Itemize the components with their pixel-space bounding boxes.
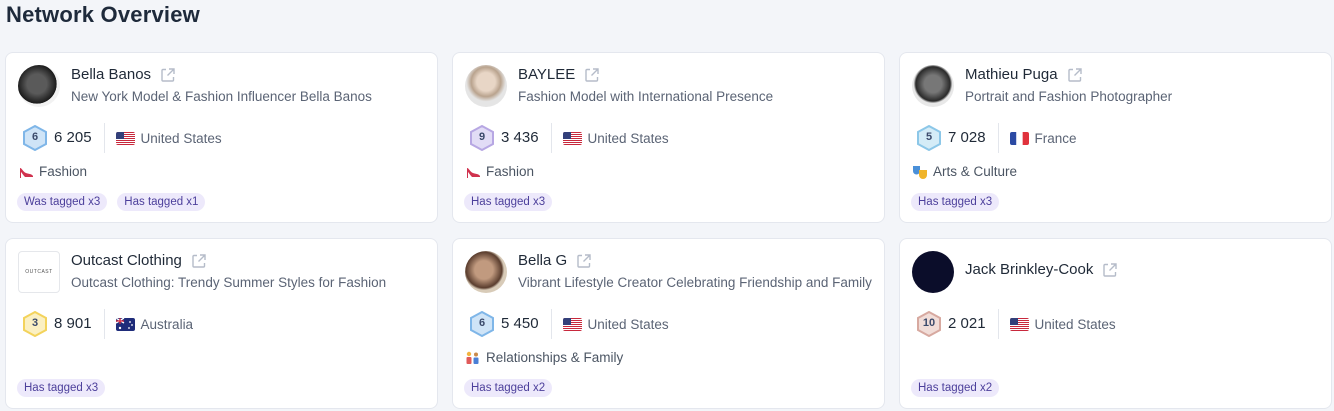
profile-card[interactable]: BAYLEE Fashion Model with International …: [452, 52, 885, 223]
brand-logo: OUTCAST: [25, 269, 53, 275]
follower-count: 6 205: [54, 123, 105, 153]
australia-flag-icon: [116, 318, 135, 331]
external-link-icon[interactable]: [584, 67, 600, 83]
us-flag-icon: [563, 132, 582, 145]
country-name: Australia: [140, 316, 194, 332]
category: Fashion: [18, 164, 87, 179]
category-label: Relationships & Family: [486, 350, 624, 365]
level-badge: 5: [916, 125, 942, 151]
high-heel-icon: [467, 167, 480, 178]
profile-description: New York Model & Fashion Influencer Bell…: [71, 89, 372, 104]
us-flag-icon: [1010, 318, 1029, 331]
tag-badge[interactable]: Has tagged x2: [464, 379, 553, 397]
profile-stats: 6 6 205 United States: [22, 123, 222, 153]
profile-name[interactable]: BAYLEE: [518, 66, 575, 83]
profile-stats: 9 3 436 United States: [469, 123, 669, 153]
category: Arts & Culture: [912, 164, 1017, 179]
country: United States: [1010, 317, 1116, 332]
us-flag-icon: [116, 132, 135, 145]
profile-description: Fashion Model with International Presenc…: [518, 89, 774, 104]
country-name: United States: [587, 316, 669, 332]
follower-count: 7 028: [948, 123, 999, 153]
category-label: Fashion: [39, 164, 88, 179]
country: Australia: [116, 316, 194, 332]
avatar[interactable]: [18, 65, 60, 107]
tag-list: Has tagged x3: [17, 379, 106, 397]
external-link-icon[interactable]: [191, 253, 207, 269]
level-badge: 10: [916, 311, 942, 337]
profile-name[interactable]: Bella G: [518, 252, 567, 269]
follower-count: 3 436: [501, 123, 552, 153]
tag-list: Has tagged x3: [464, 193, 553, 211]
category-label: Fashion: [486, 164, 535, 179]
category-label: Arts & Culture: [933, 164, 1018, 179]
external-link-icon[interactable]: [160, 67, 176, 83]
avatar[interactable]: [465, 251, 507, 293]
page-title: Network Overview: [6, 2, 200, 27]
tag-badge[interactable]: Has tagged x3: [911, 193, 1000, 211]
profile-name[interactable]: Mathieu Puga: [965, 66, 1058, 83]
country: United States: [563, 131, 669, 146]
theater-masks-icon: [913, 165, 927, 179]
profile-card[interactable]: OUTCAST Outcast Clothing Outcast Clothin…: [5, 238, 438, 409]
avatar[interactable]: [912, 65, 954, 107]
profile-stats: 10 2 021 United States: [916, 309, 1116, 339]
tag-badge[interactable]: Has tagged x3: [464, 193, 553, 211]
profile-description: Outcast Clothing: Trendy Summer Styles f…: [71, 275, 387, 290]
level-badge: 6: [469, 311, 495, 337]
tag-badge[interactable]: Has tagged x3: [17, 379, 106, 397]
country: United States: [116, 131, 222, 146]
external-link-icon[interactable]: [1102, 262, 1118, 278]
profile-card[interactable]: Bella Banos New York Model & Fashion Inf…: [5, 52, 438, 223]
profile-card[interactable]: Bella G Vibrant Lifestyle Creator Celebr…: [452, 238, 885, 409]
high-heel-icon: [20, 167, 33, 178]
profile-stats: 3 8 901 Australia: [22, 309, 193, 339]
profile-card[interactable]: Mathieu Puga Portrait and Fashion Photog…: [899, 52, 1332, 223]
external-link-icon[interactable]: [576, 253, 592, 269]
profile-name[interactable]: Outcast Clothing: [71, 252, 182, 269]
follower-count: 8 901: [54, 309, 105, 339]
tag-list: Has tagged x2: [911, 379, 1000, 397]
network-grid: Bella Banos New York Model & Fashion Inf…: [5, 52, 1334, 409]
country: United States: [563, 317, 669, 332]
tag-badge[interactable]: Was tagged x3: [17, 193, 108, 211]
avatar[interactable]: OUTCAST: [18, 251, 60, 293]
avatar[interactable]: [465, 65, 507, 107]
profile-stats: 6 5 450 United States: [469, 309, 669, 339]
level-badge: 3: [22, 311, 48, 337]
country-name: France: [1034, 130, 1077, 146]
category: Fashion: [465, 164, 534, 179]
tag-list: Has tagged x2: [464, 379, 553, 397]
tag-list: Has tagged x3: [911, 193, 1000, 211]
level-badge: 9: [469, 125, 495, 151]
tag-list: Was tagged x3 Has tagged x1: [17, 193, 206, 211]
country-name: United States: [140, 130, 222, 146]
profile-stats: 5 7 028 France: [916, 123, 1077, 153]
category: Relationships & Family: [465, 350, 623, 365]
profile-description: Vibrant Lifestyle Creator Celebrating Fr…: [518, 275, 872, 290]
external-link-icon[interactable]: [1067, 67, 1083, 83]
us-flag-icon: [563, 318, 582, 331]
profile-description: Portrait and Fashion Photographer: [965, 89, 1173, 104]
france-flag-icon: [1010, 132, 1029, 145]
family-icon: [466, 351, 479, 364]
profile-card[interactable]: Jack Brinkley-Cook 10 2 021 United State…: [899, 238, 1332, 409]
tag-badge[interactable]: Has tagged x1: [117, 193, 206, 211]
country-name: United States: [1034, 316, 1116, 332]
country-name: United States: [587, 130, 669, 146]
tag-badge[interactable]: Has tagged x2: [911, 379, 1000, 397]
country: France: [1010, 131, 1077, 146]
avatar[interactable]: [912, 251, 954, 293]
follower-count: 2 021: [948, 309, 999, 339]
follower-count: 5 450: [501, 309, 552, 339]
level-badge: 6: [22, 125, 48, 151]
profile-name[interactable]: Bella Banos: [71, 66, 151, 83]
profile-name[interactable]: Jack Brinkley-Cook: [965, 261, 1093, 278]
